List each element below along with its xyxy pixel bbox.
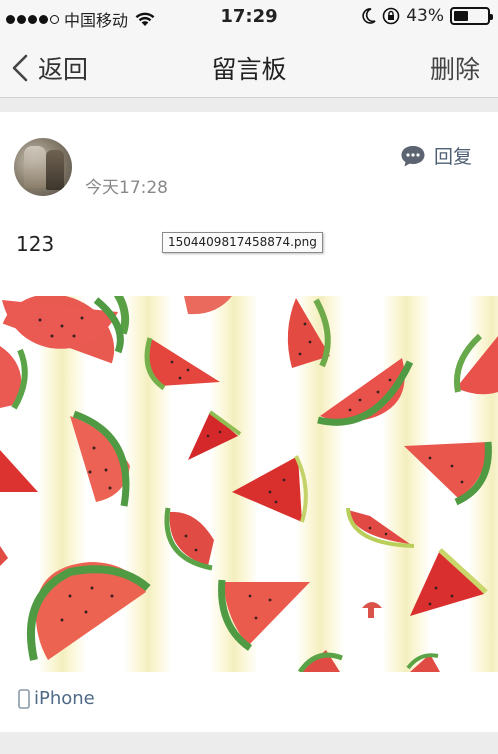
watermelon-pattern-image <box>0 296 498 672</box>
chevron-left-icon <box>12 54 28 82</box>
source-label: iPhone <box>34 688 95 709</box>
bottom-divider <box>0 732 498 754</box>
status-bar: 中国移动 17:29 43% <box>0 0 498 36</box>
reply-button[interactable]: 回复 <box>400 142 472 169</box>
delete-button[interactable]: 删除 <box>430 50 480 86</box>
post-time: 今天17:28 <box>85 178 168 198</box>
post-text: 123 <box>16 232 55 256</box>
speech-bubble-icon <box>401 145 425 166</box>
status-right: 43% <box>362 6 493 26</box>
post-source[interactable]: iPhone <box>18 688 95 709</box>
battery-percent: 43% <box>406 6 444 26</box>
rotation-lock-icon <box>382 7 400 25</box>
back-button[interactable]: 返回 <box>10 50 88 86</box>
moon-icon <box>362 8 376 24</box>
post-image[interactable] <box>0 296 498 672</box>
back-label: 返回 <box>38 55 89 84</box>
phone-icon <box>18 688 30 709</box>
navigation-bar: 返回 留言板 删除 <box>0 36 498 98</box>
attachment-filename-tooltip: 1504409817458874.png <box>162 232 323 253</box>
avatar[interactable] <box>14 138 72 196</box>
battery-icon <box>450 7 493 25</box>
reply-label: 回复 <box>433 146 472 168</box>
message-card: 今天17:28 回复 123 1504409817458874.png iPho… <box>0 112 498 732</box>
